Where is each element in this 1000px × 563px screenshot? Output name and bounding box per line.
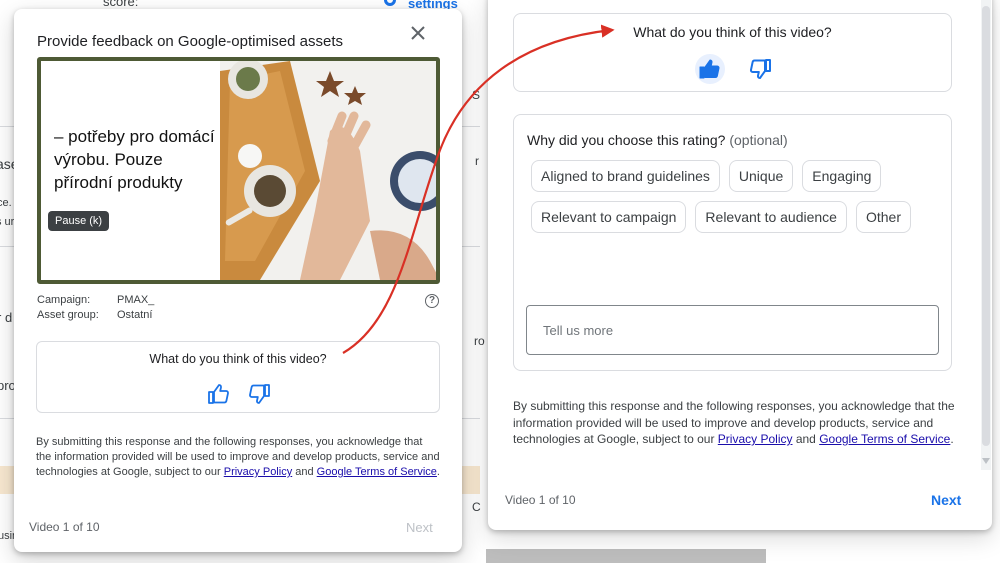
disclaimer-and: and bbox=[792, 432, 820, 446]
thumbs-up-icon-selected[interactable] bbox=[695, 54, 725, 84]
background-fragment: ro bbox=[474, 334, 485, 348]
chip-engaging[interactable]: Engaging bbox=[802, 160, 882, 192]
reason-question-text: Why did you choose this rating? bbox=[527, 132, 726, 148]
background-fragment: r d bbox=[0, 310, 13, 325]
campaign-row: Campaign: PMAX_ bbox=[37, 294, 154, 306]
video-player[interactable]: – potřeby pro domácí výrobu. Pouze příro… bbox=[37, 57, 440, 284]
dialog-title: Provide feedback on Google-optimised ass… bbox=[37, 33, 344, 50]
video-counter: Video 1 of 10 bbox=[29, 520, 100, 534]
disclaimer-and: and bbox=[292, 466, 317, 478]
background-score-label: score: bbox=[103, 0, 139, 9]
thumbs-up-icon[interactable] bbox=[207, 382, 231, 406]
chip-aligned-to-brand[interactable]: Aligned to brand guidelines bbox=[531, 160, 720, 192]
asset-group-value: Ostatní bbox=[117, 309, 153, 321]
privacy-policy-link[interactable]: Privacy Policy bbox=[224, 466, 292, 478]
terms-of-service-link[interactable]: Google Terms of Service bbox=[317, 466, 437, 478]
privacy-policy-link[interactable]: Privacy Policy bbox=[718, 432, 793, 446]
reason-question: Why did you choose this rating? (optiona… bbox=[527, 132, 788, 148]
terms-of-service-link[interactable]: Google Terms of Service bbox=[819, 432, 950, 446]
optional-label: (optional) bbox=[729, 132, 788, 148]
disclaimer-period: . bbox=[436, 466, 440, 478]
video-overlay-text: – potřeby pro domácí výrobu. Pouze příro… bbox=[54, 127, 215, 192]
pause-tooltip: Pause (k) bbox=[48, 211, 110, 231]
rating-question: What do you think of this video? bbox=[149, 352, 327, 366]
rating-card: What do you think of this video? bbox=[36, 341, 440, 413]
asset-group-row: Asset group: Ostatní bbox=[37, 309, 152, 321]
tell-us-more-input[interactable] bbox=[526, 305, 939, 355]
thumbs-down-icon[interactable] bbox=[247, 382, 271, 406]
background-fragment: ce. bbox=[0, 197, 12, 209]
scrollbar-thumb[interactable] bbox=[982, 6, 990, 446]
chip-unique[interactable]: Unique bbox=[728, 160, 794, 192]
chip-other[interactable]: Other bbox=[855, 201, 911, 233]
feedback-dialog-zoomed: What do you think of this video? Why did… bbox=[488, 0, 992, 530]
background-fragment: C bbox=[472, 500, 481, 514]
close-icon[interactable] bbox=[408, 23, 428, 43]
scrollbar[interactable] bbox=[981, 0, 991, 470]
rating-card: What do you think of this video? bbox=[513, 13, 952, 92]
chip-relevant-to-audience[interactable]: Relevant to audience bbox=[695, 201, 847, 233]
consent-disclaimer: By submitting this response and the foll… bbox=[513, 398, 958, 448]
rating-reason-card: Why did you choose this rating? (optiona… bbox=[513, 114, 952, 371]
campaign-value: PMAX_ bbox=[117, 294, 155, 306]
background-fragment: S bbox=[472, 88, 481, 102]
rating-question: What do you think of this video? bbox=[633, 24, 832, 40]
background-scroll-strip bbox=[486, 549, 766, 563]
disclaimer-period: . bbox=[950, 432, 954, 446]
consent-disclaimer: By submitting this response and the foll… bbox=[36, 435, 440, 480]
next-button-disabled[interactable]: Next bbox=[406, 520, 433, 535]
background-fragment: s ur bbox=[0, 216, 15, 228]
feedback-dialog: Provide feedback on Google-optimised ass… bbox=[14, 9, 462, 552]
campaign-label: Campaign: bbox=[37, 294, 91, 306]
chip-relevant-to-campaign[interactable]: Relevant to campaign bbox=[531, 201, 687, 233]
reason-chips: Aligned to brand guidelines Unique Engag… bbox=[531, 160, 941, 233]
video-frame-image bbox=[220, 61, 436, 280]
settings-icon[interactable] bbox=[384, 0, 396, 6]
asset-group-label: Asset group: bbox=[37, 309, 99, 321]
video-counter: Video 1 of 10 bbox=[505, 493, 576, 507]
background-fragment: r bbox=[475, 154, 479, 168]
scroll-down-arrow-icon[interactable] bbox=[982, 458, 990, 464]
thumbs-down-icon[interactable] bbox=[745, 54, 775, 84]
next-button[interactable]: Next bbox=[931, 492, 961, 508]
help-icon[interactable]: ? bbox=[425, 294, 439, 308]
